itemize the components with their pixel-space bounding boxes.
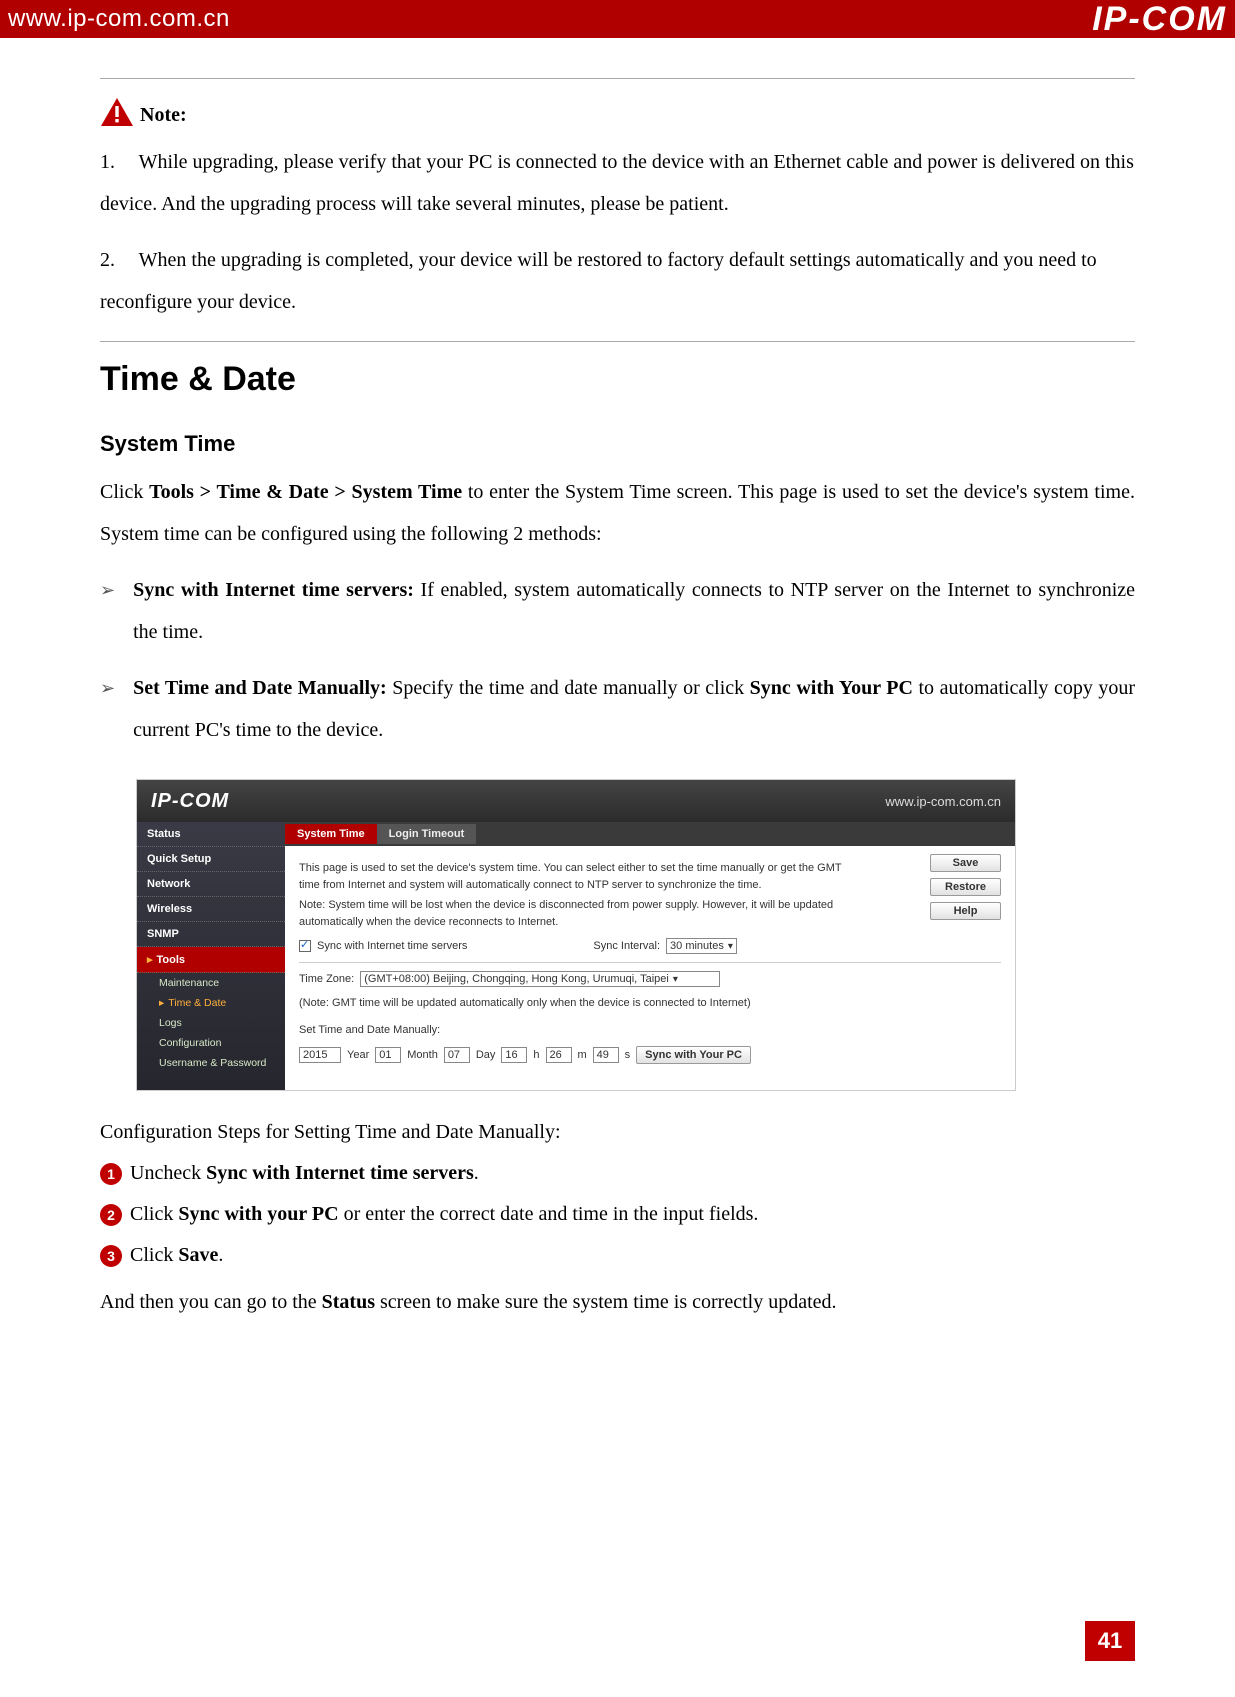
ss-topbar: IP-COM www.ip-com.com.cn <box>137 780 1015 822</box>
ss-sidebar: Status Quick Setup Network Wireless SNMP… <box>137 822 285 1090</box>
ss-datetime-row: 2015 Year 01 Month 07 Day 16 h 26 m 49 s Sync … <box>299 1046 1001 1064</box>
bullet-2-mid: Specify the time and date manually or cl… <box>392 677 749 699</box>
steps-heading: Configuration Steps for Setting Time and… <box>100 1121 1135 1144</box>
note-item-1-text: While upgrading, please verify that your… <box>100 151 1134 215</box>
step-1: 1 Uncheck Sync with Internet time server… <box>100 1162 1135 1185</box>
hour-input[interactable]: 16 <box>501 1047 527 1063</box>
after-steps-text: And then you can go to the Status screen… <box>100 1291 1135 1314</box>
ss-divider <box>299 962 1001 963</box>
mid-rule <box>100 341 1135 342</box>
step-3: 3 Click Save. <box>100 1244 1135 1267</box>
step-2: 2 Click Sync with your PC or enter the c… <box>100 1203 1135 1226</box>
bullet-1: ➢ Sync with Internet time servers: If en… <box>100 569 1135 653</box>
year-label: Year <box>347 1049 369 1061</box>
note-item-1-number: 1. <box>100 141 134 183</box>
second-label: s <box>625 1049 631 1061</box>
section-heading: Time & Date <box>100 360 1135 399</box>
sidebar-sub-time-date[interactable]: ▸Time & Date <box>137 993 285 1013</box>
sidebar-item-tools[interactable]: ▸Tools <box>137 947 285 973</box>
sidebar-item-snmp[interactable]: SNMP <box>137 922 285 947</box>
month-input[interactable]: 01 <box>375 1047 401 1063</box>
sync-checkbox-label: Sync with Internet time servers <box>317 940 467 952</box>
bullet-2-text: Set Time and Date Manually: Specify the … <box>133 667 1135 751</box>
header-logo: IP-COM <box>1092 0 1227 39</box>
note-item-2-number: 2. <box>100 239 134 281</box>
intro-paragraph: Click Tools > Time & Date > System Time … <box>100 471 1135 555</box>
subsection-heading: System Time <box>100 431 1135 457</box>
step-2-badge: 2 <box>100 1204 122 1226</box>
bullet-2-bold2: Sync with Your PC <box>750 677 913 699</box>
timezone-select[interactable]: (GMT+08:00) Beijing, Chongqing, Hong Kon… <box>360 971 720 987</box>
step-1-text: Uncheck Sync with Internet time servers. <box>130 1162 479 1185</box>
note-item-2: 2. When the upgrading is completed, your… <box>100 239 1135 323</box>
note-item-2-text: When the upgrading is completed, your de… <box>100 249 1097 313</box>
page-content: Note: 1. While upgrading, please verify … <box>0 38 1235 1314</box>
year-input[interactable]: 2015 <box>299 1047 341 1063</box>
save-button[interactable]: Save <box>930 854 1001 872</box>
step-3-badge: 3 <box>100 1245 122 1267</box>
tab-login-timeout[interactable]: Login Timeout <box>377 824 477 844</box>
ss-action-buttons: Save Restore Help <box>930 854 1001 920</box>
sidebar-item-wireless[interactable]: Wireless <box>137 897 285 922</box>
bullet-1-text: Sync with Internet time servers: If enab… <box>133 569 1135 653</box>
sidebar-item-quick-setup[interactable]: Quick Setup <box>137 847 285 872</box>
sidebar-sub-configuration[interactable]: Configuration <box>137 1033 285 1053</box>
chevron-right-icon: ➢ <box>100 569 115 653</box>
header-bar: www.ip-com.com.cn IP-COM <box>0 0 1235 38</box>
minute-label: m <box>578 1049 587 1061</box>
embedded-screenshot: IP-COM www.ip-com.com.cn Status Quick Se… <box>136 779 1016 1091</box>
intro-bold: Tools > Time & Date > System Time <box>149 481 462 503</box>
note-item-1: 1. While upgrading, please verify that y… <box>100 141 1135 225</box>
step-3-text: Click Save. <box>130 1244 223 1267</box>
sidebar-sub-username-password[interactable]: Username & Password <box>137 1053 285 1073</box>
sidebar-sub-maintenance[interactable]: Maintenance <box>137 973 285 993</box>
sync-with-pc-button[interactable]: Sync with Your PC <box>636 1046 751 1064</box>
sidebar-sub-logs[interactable]: Logs <box>137 1013 285 1033</box>
intro-pre: Click <box>100 481 149 503</box>
restore-button[interactable]: Restore <box>930 878 1001 896</box>
bullet-2-bold: Set Time and Date Manually: <box>133 677 387 699</box>
day-label: Day <box>476 1049 496 1061</box>
sync-interval-label: Sync Interval: <box>593 940 660 952</box>
hour-label: h <box>533 1049 539 1061</box>
bullet-1-bold: Sync with Internet time servers: <box>133 579 414 601</box>
tab-system-time[interactable]: System Time <box>285 824 377 844</box>
ss-logo: IP-COM <box>151 790 229 813</box>
ss-tz-row: Time Zone: (GMT+08:00) Beijing, Chongqin… <box>299 971 1001 987</box>
warning-icon <box>100 97 134 127</box>
help-button[interactable]: Help <box>930 902 1001 920</box>
sync-interval-select[interactable]: 30 minutes <box>666 938 737 954</box>
ss-sync-row: Sync with Internet time servers Sync Int… <box>299 938 1001 954</box>
ss-desc1: This page is used to set the device's sy… <box>299 860 859 893</box>
day-input[interactable]: 07 <box>444 1047 470 1063</box>
ss-tabs: System Time Login Timeout <box>285 822 1015 846</box>
header-url: www.ip-com.com.cn <box>8 5 230 33</box>
page-number: 41 <box>1085 1621 1135 1661</box>
bullet-2: ➢ Set Time and Date Manually: Specify th… <box>100 667 1135 751</box>
sync-checkbox[interactable] <box>299 940 311 952</box>
chevron-right-icon: ➢ <box>100 667 115 751</box>
ss-desc2: Note: System time will be lost when the … <box>299 897 859 930</box>
timezone-label: Time Zone: <box>299 973 354 985</box>
step-2-text: Click Sync with your PC or enter the cor… <box>130 1203 758 1226</box>
sidebar-item-status[interactable]: Status <box>137 822 285 847</box>
month-label: Month <box>407 1049 438 1061</box>
ss-url: www.ip-com.com.cn <box>885 794 1001 809</box>
note-label: Note: <box>140 104 187 127</box>
second-input[interactable]: 49 <box>593 1047 619 1063</box>
minute-input[interactable]: 26 <box>546 1047 572 1063</box>
note-heading: Note: <box>100 97 1135 127</box>
step-1-badge: 1 <box>100 1163 122 1185</box>
note-block: Note: 1. While upgrading, please verify … <box>100 79 1135 323</box>
ss-tz-note: (Note: GMT time will be updated automati… <box>299 995 1001 1012</box>
ss-set-manually-label: Set Time and Date Manually: <box>299 1022 1001 1039</box>
ss-main: Save Restore Help This page is used to s… <box>285 846 1015 1090</box>
sidebar-item-network[interactable]: Network <box>137 872 285 897</box>
